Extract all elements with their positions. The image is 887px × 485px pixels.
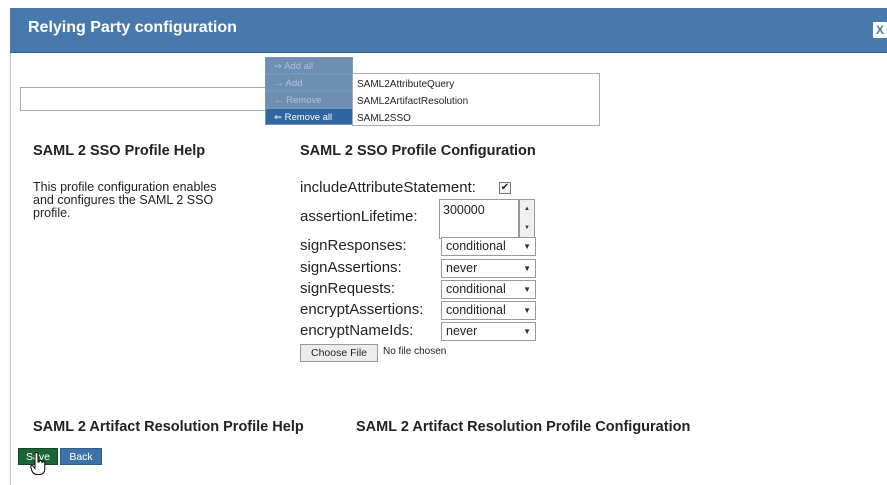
add-all-button[interactable]: ⇒ Add all <box>265 57 353 74</box>
profile-move-buttons: ⇒ Add all → Add ← Remove ⇐ Remove all <box>265 57 353 125</box>
add-button[interactable]: → Add <box>265 74 353 91</box>
sign-requests-value: conditional <box>446 282 506 296</box>
encrypt-nameids-label: encryptNameIds: <box>300 322 414 339</box>
spinner-up-icon[interactable]: ▲ <box>520 200 534 219</box>
dropdown-arrow-icon: ▼ <box>523 242 531 251</box>
list-item[interactable]: SAML2SSO <box>353 110 599 127</box>
selected-profiles-list[interactable]: SAML2AttributeQuery SAML2ArtifactResolut… <box>352 73 600 126</box>
artifact-help-heading: SAML 2 Artifact Resolution Profile Help <box>33 419 304 435</box>
sso-config-heading: SAML 2 SSO Profile Configuration <box>300 143 536 159</box>
close-icon[interactable]: X <box>873 22 887 38</box>
encrypt-assertions-select[interactable]: conditional ▼ <box>441 301 536 320</box>
assertion-lifetime-input[interactable]: 300000 <box>439 199 519 239</box>
sign-responses-select[interactable]: conditional ▼ <box>441 237 536 256</box>
artifact-config-heading: SAML 2 Artifact Resolution Profile Confi… <box>356 419 691 435</box>
sign-responses-label: signResponses: <box>300 237 407 254</box>
file-status-text: No file chosen <box>383 346 447 357</box>
sign-assertions-select[interactable]: never ▼ <box>441 259 536 278</box>
sign-requests-label: signRequests: <box>300 280 396 297</box>
dialog-titlebar: Relying Party configuration X <box>10 8 887 53</box>
dropdown-arrow-icon: ▼ <box>523 264 531 273</box>
sso-help-text: This profile configuration enables and c… <box>33 180 217 220</box>
dropdown-arrow-icon: ▼ <box>523 306 531 315</box>
remove-all-button[interactable]: ⇐ Remove all <box>265 108 353 125</box>
encrypt-assertions-label: encryptAssertions: <box>300 301 424 318</box>
sign-assertions-label: signAssertions: <box>300 259 402 276</box>
include-attribute-statement-label: includeAttributeStatement: <box>300 179 476 196</box>
assertion-lifetime-label: assertionLifetime: <box>300 208 418 225</box>
include-attribute-statement-checkbox[interactable]: ✔ <box>499 182 511 194</box>
available-profiles-list[interactable] <box>20 87 266 111</box>
choose-file-button[interactable]: Choose File <box>300 344 378 362</box>
dialog-title: Relying Party configuration <box>28 19 237 36</box>
encrypt-nameids-value: never <box>446 324 478 338</box>
spinner-down-icon[interactable]: ▼ <box>520 219 534 238</box>
remove-button[interactable]: ← Remove <box>265 91 353 108</box>
sign-requests-select[interactable]: conditional ▼ <box>441 280 536 299</box>
back-button[interactable]: Back <box>60 448 102 465</box>
hand-cursor-icon <box>30 452 46 475</box>
list-item[interactable]: SAML2AttributeQuery <box>353 76 599 93</box>
list-item[interactable]: SAML2ArtifactResolution <box>353 93 599 110</box>
encrypt-assertions-value: conditional <box>446 303 506 317</box>
sso-help-heading: SAML 2 SSO Profile Help <box>33 143 206 159</box>
sign-responses-value: conditional <box>446 239 506 253</box>
dropdown-arrow-icon: ▼ <box>523 327 531 336</box>
encrypt-nameids-select[interactable]: never ▼ <box>441 322 536 341</box>
dropdown-arrow-icon: ▼ <box>523 285 531 294</box>
sign-assertions-value: never <box>446 261 478 275</box>
assertion-lifetime-spinner[interactable]: ▲ ▼ <box>519 199 535 239</box>
